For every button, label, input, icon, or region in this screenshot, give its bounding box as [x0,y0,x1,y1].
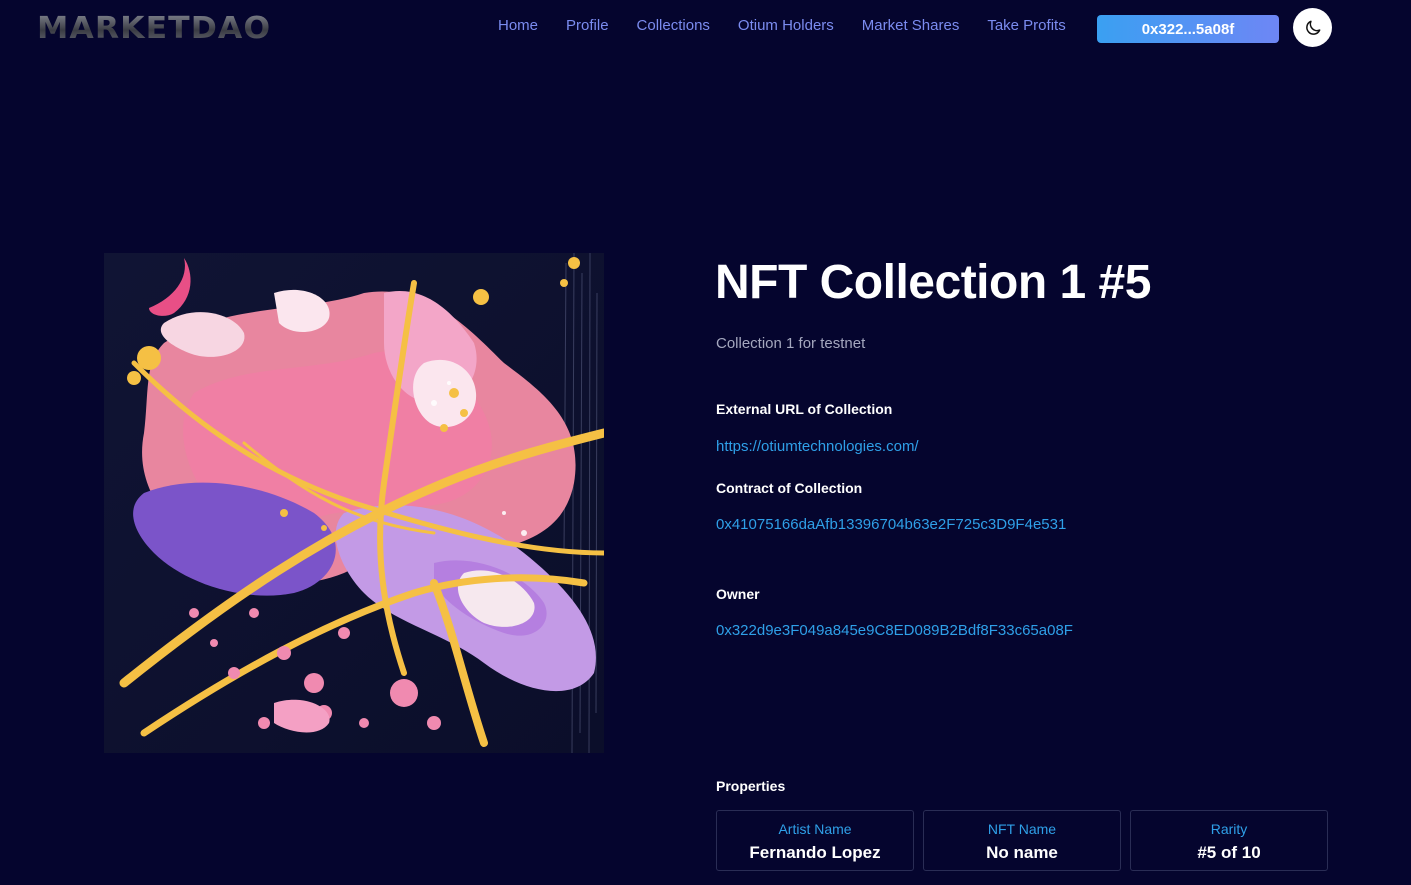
properties-list: Artist Name Fernando Lopez NFT Name No n… [716,810,1328,871]
nft-title: NFT Collection 1 #5 [715,256,1151,309]
wallet-address-button[interactable]: 0x322...5a08f [1097,15,1279,43]
owner-label: Owner [716,586,760,602]
properties-label: Properties [716,778,786,794]
property-value: Fernando Lopez [749,843,881,862]
property-type: Rarity [1210,821,1248,837]
moon-icon [1305,20,1320,35]
nav-profile-link[interactable]: Profile [566,17,609,35]
theme-toggle-button[interactable] [1293,8,1332,47]
main-nav: Home Profile Collections Otium Holders M… [498,17,1094,35]
nav-market-shares-link[interactable]: Market Shares [862,17,960,35]
nav-take-profits-link[interactable]: Take Profits [987,17,1065,35]
property-card-nft-name: NFT Name No name [923,810,1121,871]
contract-address-link[interactable]: 0x41075166daAfb13396704b63e2F725c3D9F4e5… [716,516,1066,533]
property-type: NFT Name [987,821,1057,837]
nft-artwork-image [104,253,604,753]
property-value: #5 of 10 [1197,843,1261,862]
nft-detail-page: MARKETDAO Home Profile Collections Otium… [0,0,1411,885]
site-logo[interactable]: MARKETDAO [37,11,271,46]
external-url-label: External URL of Collection [716,401,893,417]
external-url-link[interactable]: https://otiumtechnologies.com/ [716,438,919,455]
nav-home-link[interactable]: Home [498,17,538,35]
property-type: Artist Name [778,821,852,837]
property-value: No name [986,843,1058,862]
nft-description: Collection 1 for testnet [716,335,866,352]
nav-otium-holders-link[interactable]: Otium Holders [738,17,834,35]
nav-collections-link[interactable]: Collections [637,17,710,35]
contract-label: Contract of Collection [716,480,863,496]
property-card-rarity: Rarity #5 of 10 [1130,810,1328,871]
owner-address-link[interactable]: 0x322d9e3F049a845e9C8ED089B2Bdf8F33c65a0… [716,622,1073,639]
property-card-artist-name: Artist Name Fernando Lopez [716,810,914,871]
